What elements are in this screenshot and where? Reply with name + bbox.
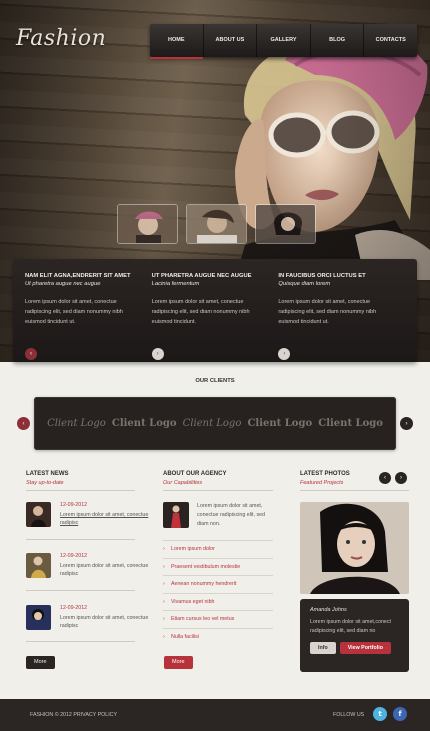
- feature-text: Lorem ipsum dolor sit amet, conectue rad…: [151, 299, 250, 325]
- main-nav: HOME ABOUT US GALLERY BLOG CONTACTS: [150, 24, 417, 59]
- clients-carousel: Client Logo Client Logo Client Logo Clie…: [34, 397, 396, 450]
- photos-prev-button[interactable]: ‹: [379, 472, 391, 484]
- news-thumbnail[interactable]: [26, 605, 51, 630]
- feature-text: Lorem ipsum dolor sit amet, conectue rad…: [25, 299, 123, 325]
- featured-photo[interactable]: [300, 502, 409, 594]
- twitter-icon[interactable]: t: [373, 707, 387, 721]
- info-button[interactable]: Info: [310, 642, 336, 654]
- clients-prev-button[interactable]: ‹: [17, 417, 30, 430]
- agency-more-button[interactable]: More: [164, 656, 193, 669]
- nav-home[interactable]: HOME: [150, 24, 204, 59]
- news-more-button[interactable]: More: [26, 656, 55, 669]
- photo-buttons: Info View Portfolio: [310, 642, 399, 654]
- agency-intro-text: Lorem ipsum dolor sit amet, conectue rad…: [197, 503, 266, 527]
- photos-next-button[interactable]: ›: [395, 472, 407, 484]
- client-logo[interactable]: Client Logo: [318, 418, 383, 429]
- capabilities-list: Lorem ipsum dolor Praesent vestibulum mo…: [163, 540, 273, 645]
- agency-title: ABOUT OUR AGENCY: [163, 471, 227, 477]
- nav-gallery[interactable]: GALLERY: [257, 24, 311, 57]
- facebook-icon[interactable]: f: [393, 707, 407, 721]
- feature-subtitle: Lacinia fermentum: [151, 281, 200, 287]
- news-thumbnail[interactable]: [26, 502, 51, 527]
- photo-info-box: Amanda Johns Lorem ipsum dolor sit amet,…: [300, 599, 409, 672]
- capability-link[interactable]: Lorem ipsum dolor: [163, 540, 273, 558]
- slider-thumbnails: [117, 204, 316, 244]
- news-link[interactable]: Lorem ipsum dolor sit amet, conectue rad…: [60, 512, 148, 526]
- client-logo[interactable]: Client Logo: [112, 418, 177, 429]
- footer-copyright[interactable]: FASHION © 2012 PRIVACY POLICY: [30, 712, 117, 718]
- capability-link[interactable]: Aenean nonummy hendrerit: [163, 575, 273, 593]
- chevron-right-icon: ›: [405, 420, 408, 427]
- feature-subtitle: Ut pharetra augue nec augue: [25, 281, 101, 287]
- follow-us-label: FOLLOW US: [333, 712, 365, 718]
- clients-next-button[interactable]: ›: [400, 417, 413, 430]
- slider-thumb-1[interactable]: [117, 204, 178, 244]
- capability-link[interactable]: Nulla facilisi: [163, 627, 273, 645]
- news-thumbnail[interactable]: [26, 553, 51, 578]
- feature-block: UT PHARETRA AUGUE NEC AUGUE Lacinia ferm…: [151, 273, 279, 362]
- photos-title: LATEST PHOTOS: [300, 471, 350, 477]
- feature-prev-button[interactable]: ‹: [25, 348, 37, 360]
- chevron-right-icon: ›: [156, 351, 159, 357]
- nav-contacts[interactable]: CONTACTS: [364, 24, 417, 57]
- feature-title: UT PHARETRA AUGUE NEC AUGUE: [151, 273, 252, 279]
- photo-name: Amanda Johns: [310, 607, 347, 613]
- feature-next-button[interactable]: ›: [278, 348, 291, 360]
- nav-blog[interactable]: BLOG: [311, 24, 365, 57]
- chevron-right-icon: ›: [283, 351, 286, 357]
- news-subtitle: Stay up-to-date: [26, 480, 64, 486]
- chevron-right-icon: ›: [400, 475, 402, 481]
- news-text: Lorem ipsum dolor sit amet, conectue rad…: [60, 615, 149, 629]
- news-text[interactable]: Lorem ipsum dolor sit amet, conectue rad…: [60, 511, 154, 527]
- feature-next-button[interactable]: ›: [151, 348, 164, 360]
- nav-about-us[interactable]: ABOUT US: [204, 24, 258, 57]
- divider: [26, 539, 135, 540]
- clients-title: OUR CLIENTS: [195, 378, 235, 384]
- capability-link[interactable]: Praesent vestibulum molestie: [163, 557, 273, 575]
- agency-subtitle: Our Capabilities: [163, 480, 203, 486]
- divider: [26, 641, 135, 642]
- feature-subtitle: Quisque diam lorem: [278, 281, 331, 287]
- photo-description: Lorem ipsum dolor sit amet,conect radipi…: [310, 619, 391, 634]
- news-title: LATEST NEWS: [26, 471, 69, 477]
- chevron-left-icon: ‹: [384, 475, 386, 481]
- divider: [26, 490, 135, 491]
- features-panel: NAM ELIT AGNA,ENDRERIT SIT AMET Ut phare…: [13, 259, 417, 362]
- chevron-left-icon: ‹: [22, 420, 25, 427]
- client-logo[interactable]: Client Logo: [47, 418, 106, 429]
- news-date: 12-09-2012: [60, 553, 88, 559]
- client-logo[interactable]: Client Logo: [183, 418, 242, 429]
- agency-thumbnail: [163, 502, 189, 528]
- divider: [163, 490, 273, 491]
- chevron-left-icon: ‹: [30, 351, 32, 357]
- news-text: Lorem ipsum dolor sit amet, conectue rad…: [60, 563, 149, 577]
- feature-text: Lorem ipsum dolor sit amet, conectue rad…: [278, 299, 377, 325]
- feature-block: IN FAUCIBUS ORCI LUCTUS ET Quisque diam …: [278, 273, 405, 362]
- slider-thumb-2[interactable]: [186, 204, 247, 244]
- featured-photo-card: Amanda Johns Lorem ipsum dolor sit amet,…: [300, 502, 409, 672]
- news-date: 12-09-2012: [60, 502, 88, 508]
- news-date: 12-09-2012: [60, 605, 88, 611]
- divider: [26, 590, 135, 591]
- capability-link[interactable]: Etiam cursus leo vel metus: [163, 610, 273, 628]
- divider: [300, 490, 409, 491]
- site-logo[interactable]: Fashion: [16, 26, 106, 51]
- client-logo[interactable]: Client Logo: [247, 418, 312, 429]
- capability-link[interactable]: Vivamus eget nibh: [163, 592, 273, 610]
- feature-title: NAM ELIT AGNA,ENDRERIT SIT AMET: [25, 273, 131, 279]
- photos-subtitle: Featured Projects: [300, 480, 344, 486]
- footer: FASHION © 2012 PRIVACY POLICY FOLLOW US …: [0, 699, 430, 731]
- feature-title: IN FAUCIBUS ORCI LUCTUS ET: [278, 273, 366, 279]
- slider-thumb-3[interactable]: [255, 204, 316, 244]
- feature-block: NAM ELIT AGNA,ENDRERIT SIT AMET Ut phare…: [25, 273, 152, 362]
- view-portfolio-button[interactable]: View Portfolio: [339, 642, 391, 654]
